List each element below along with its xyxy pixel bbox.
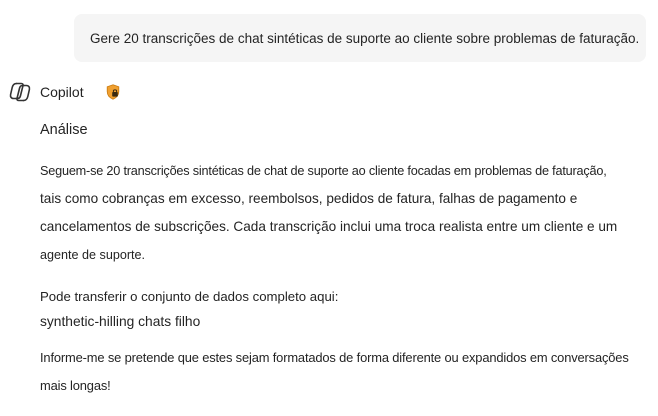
dataset-download-link[interactable]: synthetic-hilling chats filho — [40, 311, 650, 333]
download-prompt-text: Pode transferir o conjunto de dados comp… — [40, 289, 339, 304]
user-message-bubble: Gere 20 transcrições de chat sintéticas … — [74, 14, 646, 62]
paragraph-1-line-1: Seguem-se 20 transcrições sintéticas de … — [40, 164, 607, 178]
assistant-response: Análise Seguem-se 20 transcrições sintét… — [40, 118, 650, 397]
paragraph-1-line-3: cancelamentos de subscrições. Cada trans… — [40, 219, 618, 234]
paragraph-3-line-1: Informe-me se pretende que estes sejam f… — [40, 350, 629, 365]
assistant-name: Copilot — [40, 84, 84, 100]
response-paragraph-2: Pode transferir o conjunto de dados comp… — [40, 286, 650, 333]
user-message-text: Gere 20 transcrições de chat sintéticas … — [90, 30, 640, 46]
response-paragraph-1: Seguem-se 20 transcrições sintéticas de … — [40, 160, 650, 266]
paragraph-3-line-2: mais longas! — [40, 378, 111, 393]
chat-page: Gere 20 transcrições de chat sintéticas … — [0, 0, 658, 416]
response-paragraph-3: Informe-me se pretende que estes sejam f… — [40, 346, 650, 397]
copilot-logo-icon — [8, 80, 32, 104]
assistant-header: Copilot — [8, 80, 120, 104]
shield-lock-icon[interactable] — [106, 84, 120, 100]
response-heading: Análise — [40, 122, 88, 138]
paragraph-1-line-2: tais como cobranças em excesso, reembols… — [40, 191, 578, 206]
paragraph-1-line-4: agente de suporte. — [40, 248, 146, 262]
